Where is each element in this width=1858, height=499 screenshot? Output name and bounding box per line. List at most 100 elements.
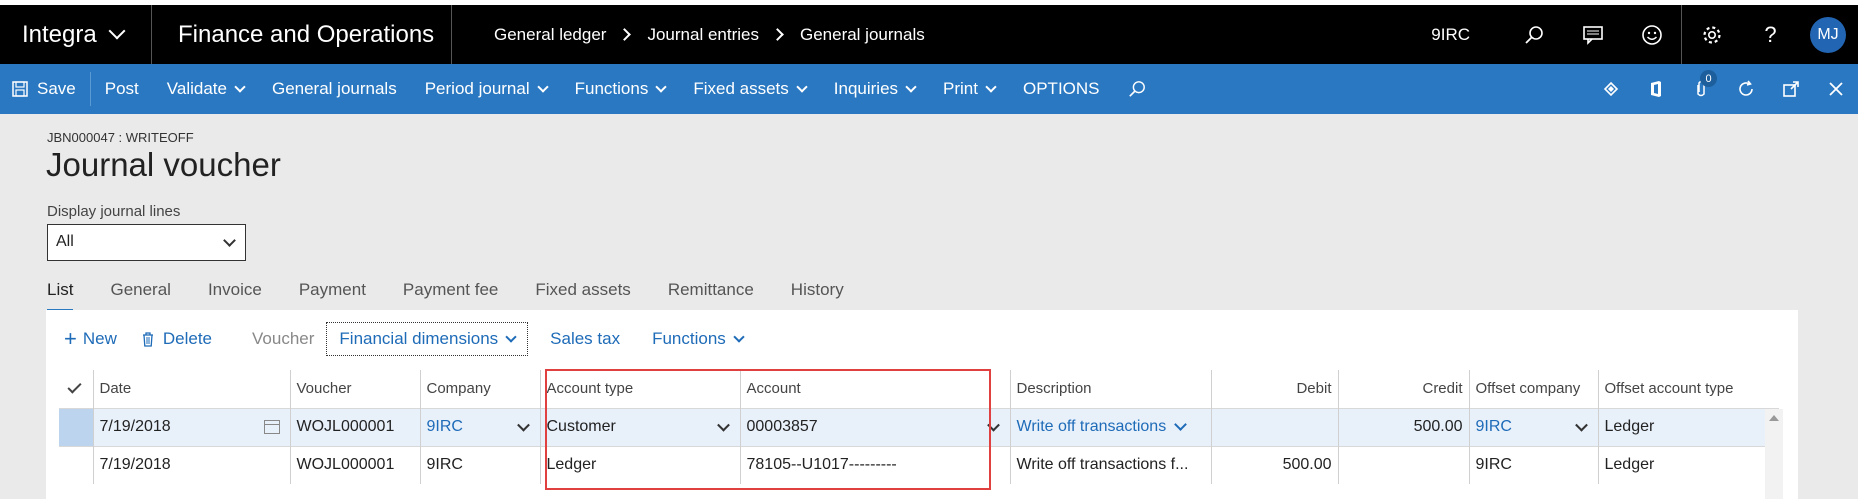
page-content: JBN000047 : WRITEOFF Journal voucher Dis… (0, 114, 1858, 499)
offset-account-type-cell[interactable]: Ledger (1597, 407, 1779, 446)
offset-company-cell[interactable]: 9IRC (1468, 445, 1598, 484)
diamond-icon[interactable] (1588, 64, 1633, 114)
print-menu[interactable]: Print (929, 64, 1009, 114)
inquiries-menu[interactable]: Inquiries (820, 64, 929, 114)
debit-cell[interactable]: 500.00 (1210, 445, 1338, 484)
breadcrumb-item[interactable]: General ledger (494, 25, 606, 45)
description-cell[interactable]: Write off transactions (1009, 407, 1211, 446)
credit-cell[interactable] (1337, 445, 1469, 484)
account-type-value: Customer (546, 418, 616, 435)
scroll-up-icon[interactable] (1769, 415, 1779, 421)
column-header-credit[interactable]: Credit (1337, 370, 1469, 408)
tab-remittance[interactable]: Remittance (668, 280, 754, 311)
row-selector[interactable] (59, 445, 93, 484)
tab-payment-fee[interactable]: Payment fee (403, 280, 498, 311)
chat-icon[interactable] (1563, 5, 1622, 64)
avatar[interactable]: MJ (1810, 16, 1846, 53)
offset-company-value[interactable]: 9IRC (1476, 418, 1512, 436)
delete-button[interactable]: Delete (129, 322, 224, 356)
post-button[interactable]: Post (91, 64, 153, 114)
chevron-down-icon[interactable] (716, 418, 730, 432)
company-cell[interactable]: 9IRC (419, 445, 540, 484)
column-header-company[interactable]: Company (419, 370, 540, 408)
save-button[interactable]: Save (0, 64, 90, 114)
tab-history[interactable]: History (791, 280, 844, 311)
chevron-down-icon[interactable] (1574, 418, 1588, 432)
tab-list[interactable]: List (47, 280, 74, 311)
breadcrumb: General ledger Journal entries General j… (452, 25, 1431, 45)
column-header-account[interactable]: Account (739, 370, 1010, 408)
fixed-assets-label: Fixed assets (693, 79, 789, 98)
column-header-voucher[interactable]: Voucher (289, 370, 420, 408)
offset-company-cell[interactable]: 9IRC (1468, 407, 1598, 446)
period-journal-menu[interactable]: Period journal (411, 64, 561, 114)
date-cell[interactable]: 7/19/2018 (92, 407, 290, 446)
general-journals-button[interactable]: General journals (258, 64, 411, 114)
tab-payment[interactable]: Payment (299, 280, 366, 311)
table-row[interactable]: 7/19/2018 WOJL000001 9IRC Ledger 78105--… (59, 445, 1779, 484)
settings-icon[interactable] (1682, 5, 1741, 64)
save-icon (12, 81, 28, 97)
functions-menu[interactable]: Functions (561, 64, 680, 114)
calendar-icon[interactable] (263, 420, 280, 434)
grid-functions-menu[interactable]: Functions (640, 322, 755, 356)
action-search-button[interactable] (1114, 64, 1160, 114)
column-header-description[interactable]: Description (1009, 370, 1211, 408)
account-cell[interactable]: 78105--U1017--------- (739, 445, 1010, 484)
sales-tax-button[interactable]: Sales tax (538, 322, 632, 356)
new-button[interactable]: + New (46, 322, 129, 356)
breadcrumb-item[interactable]: Journal entries (647, 25, 759, 45)
open-new-window-icon[interactable] (1768, 64, 1813, 114)
account-cell[interactable]: 00003857 (739, 407, 1010, 446)
chevron-down-icon[interactable] (516, 418, 530, 432)
refresh-icon[interactable] (1723, 64, 1768, 114)
column-header-offset-account-type[interactable]: Offset account type (1597, 370, 1779, 408)
account-type-cell[interactable]: Customer (539, 407, 740, 446)
help-icon[interactable]: ? (1741, 5, 1800, 64)
smiley-icon[interactable] (1622, 5, 1681, 64)
column-header-debit[interactable]: Debit (1210, 370, 1338, 408)
row-selector[interactable] (59, 407, 93, 446)
save-label: Save (37, 79, 76, 98)
company-brand-menu[interactable]: Integra (0, 5, 152, 64)
company-value[interactable]: 9IRC (427, 418, 463, 436)
description-value[interactable]: Write off transactions (1017, 418, 1167, 436)
chevron-down-icon[interactable] (986, 418, 1000, 432)
options-button[interactable]: OPTIONS (1009, 64, 1114, 114)
debit-cell[interactable] (1210, 407, 1338, 446)
column-header-offset-company[interactable]: Offset company (1468, 370, 1598, 408)
delete-label: Delete (162, 329, 213, 348)
financial-dimensions-menu[interactable]: Financial dimensions (326, 322, 529, 356)
tab-fixed-assets[interactable]: Fixed assets (535, 280, 630, 311)
journal-lines-panel: + New Delete Voucher Financial dimension… (46, 310, 1798, 499)
voucher-cell[interactable]: WOJL000001 (289, 445, 420, 484)
tab-general[interactable]: General (110, 280, 170, 311)
grid-scrollbar[interactable] (1765, 409, 1783, 499)
breadcrumb-item[interactable]: General journals (800, 25, 925, 45)
display-journal-lines-select[interactable]: All (47, 224, 246, 261)
credit-cell[interactable]: 500.00 (1337, 407, 1469, 446)
date-cell[interactable]: 7/19/2018 (92, 445, 290, 484)
table-row[interactable]: 7/19/2018 WOJL000001 9IRC Customer 00003… (59, 407, 1779, 446)
description-cell[interactable]: Write off transactions f... (1009, 445, 1211, 484)
functions-label: Functions (574, 79, 649, 98)
brand-label: Integra (22, 20, 97, 48)
column-header-account-type[interactable]: Account type (539, 370, 740, 408)
chevron-down-icon[interactable] (1174, 417, 1188, 431)
select-all-checkbox[interactable] (59, 370, 93, 408)
tab-invoice[interactable]: Invoice (208, 280, 262, 311)
validate-menu[interactable]: Validate (153, 64, 258, 114)
column-header-date[interactable]: Date (92, 370, 290, 408)
close-icon[interactable] (1813, 64, 1858, 114)
tab-strip: List General Invoice Payment Payment fee… (47, 280, 881, 311)
attachment-icon[interactable]: 0 (1678, 64, 1723, 114)
company-picker[interactable]: 9IRC (1431, 25, 1470, 45)
fixed-assets-menu[interactable]: Fixed assets (679, 64, 819, 114)
office-icon[interactable] (1633, 64, 1678, 114)
company-cell[interactable]: 9IRC (419, 407, 540, 446)
offset-account-type-cell[interactable]: Ledger (1597, 445, 1779, 484)
search-icon[interactable] (1504, 5, 1563, 64)
account-type-cell[interactable]: Ledger (539, 445, 740, 484)
voucher-button[interactable]: Voucher (240, 322, 326, 356)
voucher-cell[interactable]: WOJL000001 (289, 407, 420, 446)
